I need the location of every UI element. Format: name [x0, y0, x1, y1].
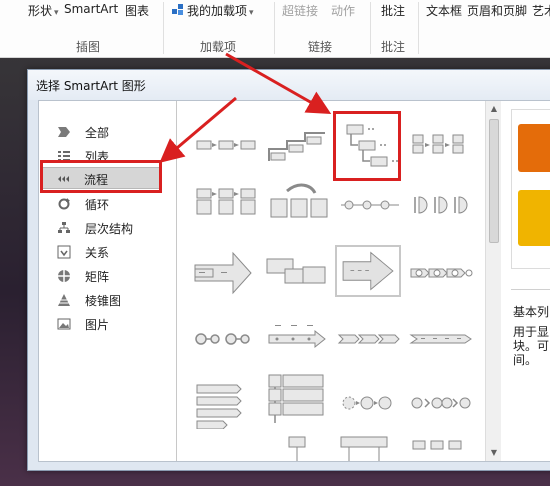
- category-relationship[interactable]: 关系: [45, 241, 165, 263]
- ribbon-separator: [274, 2, 275, 54]
- category-label: 层次结构: [85, 222, 134, 236]
- layout-circle-process[interactable]: [337, 377, 403, 429]
- relationship-icon: [57, 245, 71, 259]
- textbox-button[interactable]: 文本框: [426, 2, 462, 19]
- layout-random-to-result[interactable]: [409, 377, 475, 429]
- layout-opposing-ideas[interactable]: [265, 247, 331, 299]
- category-label: 图片: [85, 318, 110, 332]
- comment-button[interactable]: 批注: [381, 2, 405, 19]
- preview-desc-line: 用于显: [513, 325, 550, 339]
- addin-icon: [172, 4, 184, 16]
- group-label-addins: 加载项: [200, 40, 237, 54]
- preview-yellow-block: [518, 190, 550, 246]
- layout-gear[interactable]: [409, 431, 475, 461]
- gallery-scrollbar[interactable]: ▲ ▼: [485, 101, 501, 461]
- layout-vertical-process[interactable]: [265, 373, 331, 425]
- chart-button[interactable]: 图表: [125, 2, 149, 19]
- layout-basic-timeline[interactable]: [265, 313, 331, 365]
- preview-orange-block: [518, 124, 550, 172]
- layout-detailed-process[interactable]: [409, 179, 475, 231]
- dialog-title: 选择 SmartArt 图形: [36, 79, 146, 93]
- category-pyramid[interactable]: 棱锥图: [45, 289, 165, 311]
- dialog-client: 全部 列表 流程 循环 层次结构 关系 矩阵 棱锥图 图片 ▲ ▼ 基本列 用于…: [38, 100, 550, 462]
- chevron-down-icon: ▾: [249, 8, 254, 18]
- layout-chevron-list[interactable]: [337, 313, 403, 365]
- category-label: 棱锥图: [85, 294, 122, 308]
- dialog-titlebar[interactable]: 选择 SmartArt 图形: [28, 70, 550, 100]
- preview-image: [511, 109, 550, 269]
- ribbon-separator: [163, 2, 164, 54]
- group-label-links: 链接: [308, 40, 333, 54]
- smartart-button[interactable]: SmartArt: [64, 2, 118, 16]
- category-all[interactable]: 全部: [45, 121, 165, 143]
- hierarchy-icon: [57, 221, 71, 235]
- layout-step-up-process[interactable]: [265, 119, 331, 171]
- layout-funnel[interactable]: [265, 431, 331, 461]
- category-label: 关系: [85, 246, 110, 260]
- preview-separator: [511, 289, 550, 290]
- pyramid-icon: [57, 293, 71, 307]
- layout-alternating-flow[interactable]: [193, 179, 259, 231]
- layout-basic-process[interactable]: [193, 119, 259, 171]
- category-list: 全部 列表 流程 循环 层次结构 关系 矩阵 棱锥图 图片: [39, 101, 177, 461]
- annotation-box-process-category: [40, 160, 162, 193]
- layout-increasing-arrows-process[interactable]: [193, 247, 259, 299]
- ribbon: 形状 ▾ SmartArt 图表 我的加载项 ▾ 超链接 动作 批注 文本框 页眉和…: [0, 0, 550, 58]
- ribbon-separator: [370, 2, 371, 54]
- category-label: 循环: [85, 198, 110, 212]
- layout-circle-arrow-process[interactable]: [409, 247, 475, 299]
- category-matrix[interactable]: 矩阵: [45, 265, 165, 287]
- category-cycle[interactable]: 循环: [45, 193, 165, 215]
- layout-segmented-process[interactable]: [409, 313, 475, 365]
- choose-smartart-dialog: 选择 SmartArt 图形 全部 列表 流程 循环 层次结构 关系 矩阵 棱锥…: [27, 69, 550, 471]
- hyperlink-button[interactable]: 超链接: [282, 2, 318, 19]
- header-footer-button[interactable]: 页眉和页脚: [467, 2, 527, 19]
- layout-bending-process[interactable]: [337, 431, 403, 461]
- group-label-illustrations: 插图: [76, 40, 101, 54]
- scrollbar-thumb[interactable]: [489, 119, 499, 243]
- category-label: 矩阵: [85, 270, 110, 284]
- group-label-comments: 批注: [381, 40, 406, 54]
- category-label: 全部: [85, 126, 110, 140]
- layout-basic-chevron[interactable]: [335, 245, 401, 297]
- layout-continuous-block-process[interactable]: [265, 179, 331, 231]
- annotation-box-step-down-layout: [333, 111, 401, 181]
- preview-pane: 基本列 用于显 块。可 间。: [505, 101, 550, 461]
- layout-gallery: [179, 101, 485, 461]
- my-addins-button[interactable]: 我的加载项 ▾: [172, 2, 254, 19]
- picture-icon: [57, 317, 71, 331]
- chevron-down-icon: ▾: [54, 8, 59, 18]
- ribbon-separator: [418, 2, 419, 54]
- category-hierarchy[interactable]: 层次结构: [45, 217, 165, 239]
- cycle-icon: [57, 197, 71, 211]
- preview-layout-name: 基本列: [513, 305, 550, 319]
- wordart-button[interactable]: 艺术: [532, 2, 550, 19]
- action-button[interactable]: 动作: [331, 2, 355, 19]
- category-picture[interactable]: 图片: [45, 313, 165, 335]
- matrix-icon: [57, 269, 71, 283]
- layout-vertical-chevron-list[interactable]: [193, 377, 259, 430]
- scroll-down-arrow-icon[interactable]: ▼: [486, 445, 502, 461]
- shape-button[interactable]: 形状 ▾: [28, 2, 59, 19]
- all-icon: [57, 125, 71, 139]
- layout-accent-process[interactable]: [409, 119, 475, 171]
- preview-desc-line: 块。可: [513, 339, 550, 353]
- preview-description: 用于显 块。可 间。: [513, 325, 550, 367]
- layout-circle-accent-timeline[interactable]: [193, 313, 259, 365]
- scroll-up-arrow-icon[interactable]: ▲: [486, 101, 502, 117]
- layout-process-arrows[interactable]: [337, 179, 403, 231]
- preview-desc-line: 间。: [513, 353, 538, 367]
